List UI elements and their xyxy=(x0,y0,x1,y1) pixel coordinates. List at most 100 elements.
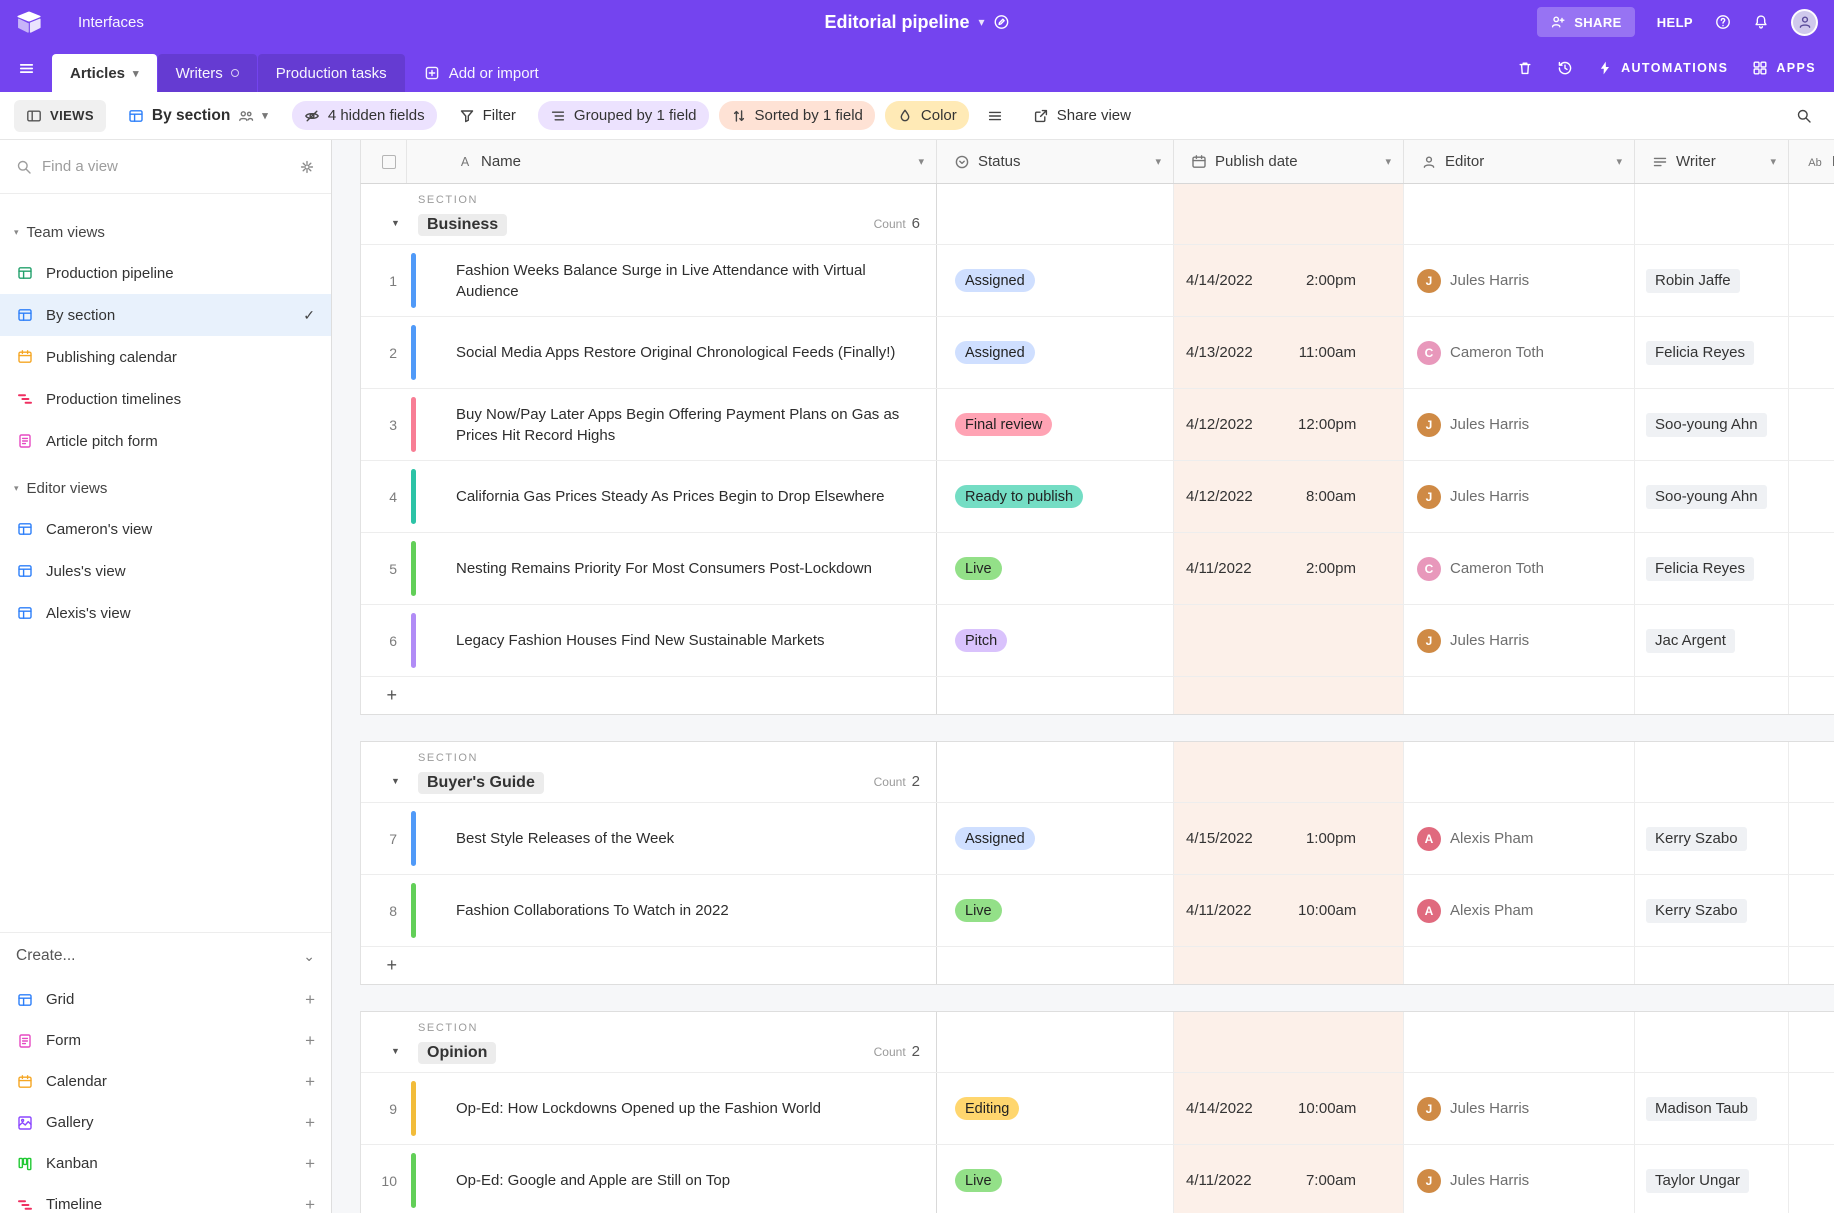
create-view-grid[interactable]: Grid + xyxy=(0,979,331,1020)
row-number-cell[interactable]: 7 xyxy=(361,803,407,874)
current-view-button[interactable]: By section ▾ xyxy=(128,107,268,125)
sidebar-section-title[interactable]: ▾ Team views xyxy=(0,212,331,252)
plus-icon[interactable]: + xyxy=(305,1113,315,1133)
extra-cell[interactable] xyxy=(1789,389,1834,460)
create-view-timeline[interactable]: Timeline + xyxy=(0,1184,331,1213)
find-view-input[interactable]: Find a view xyxy=(42,158,289,175)
writer-cell[interactable]: Taylor Ungar xyxy=(1635,1145,1789,1213)
editor-cell[interactable]: A Alexis Pham xyxy=(1404,875,1635,946)
writer-cell[interactable]: Soo-young Ahn xyxy=(1635,461,1789,532)
writer-cell[interactable]: Kerry Szabo xyxy=(1635,803,1789,874)
checkbox[interactable] xyxy=(382,154,396,169)
row-number-cell[interactable]: 10 xyxy=(361,1145,407,1213)
filter-button[interactable]: Filter xyxy=(447,101,528,130)
row-number-cell[interactable]: 2 xyxy=(361,317,407,388)
select-all-cell[interactable] xyxy=(361,140,407,183)
editor-cell[interactable]: J Jules Harris xyxy=(1404,461,1635,532)
status-cell[interactable]: Pitch xyxy=(937,605,1174,676)
extra-cell[interactable] xyxy=(1789,317,1834,388)
name-cell[interactable]: Fashion Collaborations To Watch in 2022 xyxy=(407,875,937,946)
sort-button[interactable]: Sorted by 1 field xyxy=(718,101,875,130)
plus-icon[interactable]: + xyxy=(305,1195,315,1213)
extra-cell[interactable] xyxy=(1789,1073,1834,1144)
extra-cell[interactable] xyxy=(1789,533,1834,604)
status-cell[interactable]: Live xyxy=(937,533,1174,604)
editor-cell[interactable]: J Jules Harris xyxy=(1404,1073,1635,1144)
name-cell[interactable]: Op-Ed: How Lockdowns Opened up the Fashi… xyxy=(407,1073,937,1144)
name-cell[interactable]: Buy Now/Pay Later Apps Begin Offering Pa… xyxy=(407,389,937,460)
row-number-cell[interactable]: 1 xyxy=(361,245,407,316)
row-number-cell[interactable]: 9 xyxy=(361,1073,407,1144)
collapse-group-icon[interactable]: ▼ xyxy=(391,1046,400,1056)
name-cell[interactable]: California Gas Prices Steady As Prices B… xyxy=(407,461,937,532)
column-header-status[interactable]: Status ▾ xyxy=(937,140,1174,183)
help-button[interactable]: HELP xyxy=(1657,15,1693,30)
create-view-form[interactable]: Form + xyxy=(0,1020,331,1061)
row-number-cell[interactable]: 8 xyxy=(361,875,407,946)
tab-articles[interactable]: Articles ▾ xyxy=(52,54,157,92)
sidebar-view-jules-s-view[interactable]: Jules's view xyxy=(0,550,331,592)
writer-cell[interactable]: Felicia Reyes xyxy=(1635,317,1789,388)
status-cell[interactable]: Live xyxy=(937,1145,1174,1213)
extra-cell[interactable] xyxy=(1789,803,1834,874)
base-title-group[interactable]: Editorial pipeline ▾ xyxy=(824,12,1009,33)
extra-cell[interactable] xyxy=(1789,875,1834,946)
trash-icon[interactable] xyxy=(1517,60,1533,76)
plus-icon[interactable]: + xyxy=(305,1154,315,1174)
tab-writers[interactable]: Writers xyxy=(157,54,257,92)
apps-button[interactable]: APPS xyxy=(1752,60,1816,76)
interfaces-link[interactable]: Interfaces xyxy=(78,14,144,31)
writer-cell[interactable]: Kerry Szabo xyxy=(1635,875,1789,946)
create-header[interactable]: Create... ⌄ xyxy=(0,933,331,979)
column-header-writer[interactable]: Writer ▾ xyxy=(1635,140,1789,183)
extra-cell[interactable] xyxy=(1789,605,1834,676)
status-cell[interactable]: Editing xyxy=(937,1073,1174,1144)
views-toggle-button[interactable]: VIEWS xyxy=(14,99,106,132)
name-cell[interactable]: Fashion Weeks Balance Surge in Live Atte… xyxy=(407,245,937,316)
sidebar-view-production-pipeline[interactable]: Production pipeline xyxy=(0,252,331,294)
editor-cell[interactable]: J Jules Harris xyxy=(1404,605,1635,676)
row-height-button[interactable] xyxy=(979,102,1011,130)
column-header-d[interactable]: AbD xyxy=(1789,140,1834,183)
add-record-row[interactable]: + xyxy=(361,946,1834,984)
status-cell[interactable]: Assigned xyxy=(937,803,1174,874)
row-number-cell[interactable]: 6 xyxy=(361,605,407,676)
status-cell[interactable]: Ready to publish xyxy=(937,461,1174,532)
writer-cell[interactable]: Madison Taub xyxy=(1635,1073,1789,1144)
sidebar-view-by-section[interactable]: By section ✓ xyxy=(0,294,331,336)
name-cell[interactable]: Nesting Remains Priority For Most Consum… xyxy=(407,533,937,604)
automations-button[interactable]: AUTOMATIONS xyxy=(1597,60,1728,76)
add-or-import-button[interactable]: Add or import xyxy=(406,54,557,92)
menu-icon[interactable] xyxy=(0,44,52,92)
publish-date-cell[interactable]: 4/14/2022 10:00am xyxy=(1174,1073,1404,1144)
publish-date-cell[interactable]: 4/11/2022 2:00pm xyxy=(1174,533,1404,604)
extra-cell[interactable] xyxy=(1789,461,1834,532)
row-number-cell[interactable]: 4 xyxy=(361,461,407,532)
editor-cell[interactable]: J Jules Harris xyxy=(1404,245,1635,316)
extra-cell[interactable] xyxy=(1789,1145,1834,1213)
name-cell[interactable]: Op-Ed: Google and Apple are Still on Top xyxy=(407,1145,937,1213)
plus-icon[interactable]: + xyxy=(305,1031,315,1051)
publish-date-cell[interactable] xyxy=(1174,605,1404,676)
collapse-group-icon[interactable]: ▼ xyxy=(391,776,400,786)
publish-date-cell[interactable]: 4/11/2022 7:00am xyxy=(1174,1145,1404,1213)
sidebar-view-cameron-s-view[interactable]: Cameron's view xyxy=(0,508,331,550)
status-cell[interactable]: Final review xyxy=(937,389,1174,460)
question-icon[interactable] xyxy=(1715,14,1731,30)
group-button[interactable]: Grouped by 1 field xyxy=(537,101,709,130)
airtable-logo-icon[interactable] xyxy=(16,11,42,33)
writer-cell[interactable]: Robin Jaffe xyxy=(1635,245,1789,316)
row-number-cell[interactable]: 5 xyxy=(361,533,407,604)
status-cell[interactable]: Assigned xyxy=(937,245,1174,316)
share-button[interactable]: SHARE xyxy=(1537,7,1635,37)
name-cell[interactable]: Best Style Releases of the Week xyxy=(407,803,937,874)
publish-date-cell[interactable]: 4/11/2022 10:00am xyxy=(1174,875,1404,946)
column-header-editor[interactable]: Editor ▾ xyxy=(1404,140,1635,183)
history-icon[interactable] xyxy=(1557,60,1573,76)
plus-icon[interactable]: + xyxy=(305,1072,315,1092)
editor-cell[interactable]: A Alexis Pham xyxy=(1404,803,1635,874)
sidebar-view-publishing-calendar[interactable]: Publishing calendar xyxy=(0,336,331,378)
avatar[interactable] xyxy=(1791,8,1818,36)
writer-cell[interactable]: Felicia Reyes xyxy=(1635,533,1789,604)
tab-production-tasks[interactable]: Production tasks xyxy=(257,54,405,92)
